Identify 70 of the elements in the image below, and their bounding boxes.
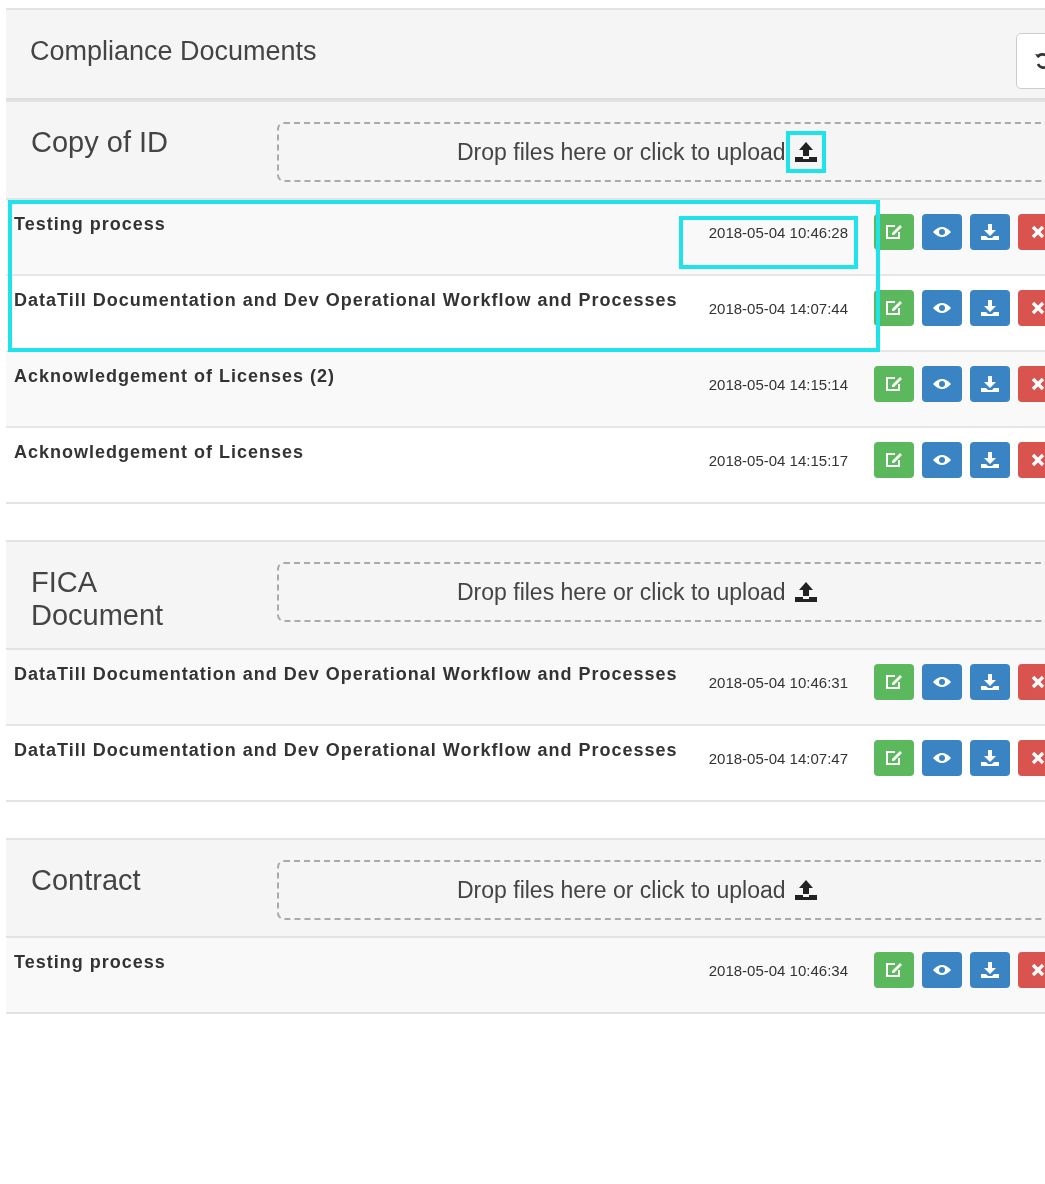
file-name: Acknowledgement of Licenses (2): [14, 366, 336, 387]
panel-title: Compliance Documents: [30, 35, 317, 67]
download-button[interactable]: [970, 214, 1010, 250]
eye-icon: [932, 675, 952, 689]
file-name: Testing process: [14, 952, 166, 973]
download-button[interactable]: [970, 442, 1010, 478]
file-name: Acknowledgement of Licenses: [14, 442, 305, 463]
download-button[interactable]: [970, 740, 1010, 776]
upload-icon: [793, 141, 818, 163]
eye-icon: [932, 225, 952, 239]
view-button[interactable]: [922, 290, 962, 326]
view-button[interactable]: [922, 214, 962, 250]
edit-icon: [885, 452, 903, 468]
edit-button[interactable]: [874, 442, 914, 478]
eye-icon: [932, 751, 952, 765]
upload-icon: [793, 581, 818, 603]
edit-button[interactable]: [874, 664, 914, 700]
download-icon: [980, 961, 1000, 979]
upload-icon: [793, 879, 818, 901]
download-icon: [980, 299, 1000, 317]
edit-button[interactable]: [874, 214, 914, 250]
download-icon: [980, 673, 1000, 691]
edit-icon: [885, 962, 903, 978]
file-date: 2018-05-04 10:46:34: [707, 960, 849, 981]
edit-icon: [885, 376, 903, 392]
view-button[interactable]: [922, 664, 962, 700]
download-icon: [980, 223, 1000, 241]
download-button[interactable]: [970, 664, 1010, 700]
view-button[interactable]: [922, 740, 962, 776]
download-icon: [980, 375, 1000, 393]
close-icon: [1031, 377, 1045, 391]
file-name: Testing process: [14, 214, 166, 235]
edit-icon: [885, 750, 903, 766]
close-icon: [1031, 301, 1045, 315]
download-button[interactable]: [970, 952, 1010, 988]
eye-icon: [932, 377, 952, 391]
close-icon: [1031, 675, 1045, 689]
edit-button[interactable]: [874, 740, 914, 776]
file-name: DataTill Documentation and Dev Operational Workflow and Processes: [14, 290, 678, 311]
close-icon: [1031, 751, 1045, 765]
download-icon: [980, 749, 1000, 767]
close-icon: [1031, 225, 1045, 239]
view-button[interactable]: [922, 952, 962, 988]
close-icon: [1031, 453, 1045, 467]
file-date: 2018-05-04 14:07:47: [707, 748, 849, 769]
view-button[interactable]: [922, 366, 962, 402]
edit-icon: [885, 300, 903, 316]
section-title: Copy of ID: [30, 126, 169, 159]
eye-icon: [932, 963, 952, 977]
file-date: 2018-05-04 10:46:31: [707, 672, 849, 693]
edit-icon: [885, 674, 903, 690]
edit-button[interactable]: [874, 952, 914, 988]
eye-icon: [932, 453, 952, 467]
close-icon: [1031, 963, 1045, 977]
file-date: 2018-05-04 14:15:17: [707, 450, 849, 471]
view-button[interactable]: [922, 442, 962, 478]
file-date: 2018-05-04 14:15:14: [707, 374, 849, 395]
download-icon: [980, 451, 1000, 469]
file-name: DataTill Documentation and Dev Operational Workflow and Processes: [14, 664, 678, 685]
file-name: DataTill Documentation and Dev Operational Workflow and Processes: [14, 740, 678, 761]
download-button[interactable]: [970, 290, 1010, 326]
section-title: FICA Document: [30, 566, 165, 632]
edit-icon: [885, 224, 903, 240]
edit-button[interactable]: [874, 366, 914, 402]
file-date: 2018-05-04 10:46:28: [678, 215, 858, 269]
eye-icon: [932, 301, 952, 315]
edit-button[interactable]: [874, 290, 914, 326]
section-title: Contract: [30, 864, 142, 897]
file-date: 2018-05-04 14:07:44: [707, 298, 849, 319]
download-button[interactable]: [970, 366, 1010, 402]
